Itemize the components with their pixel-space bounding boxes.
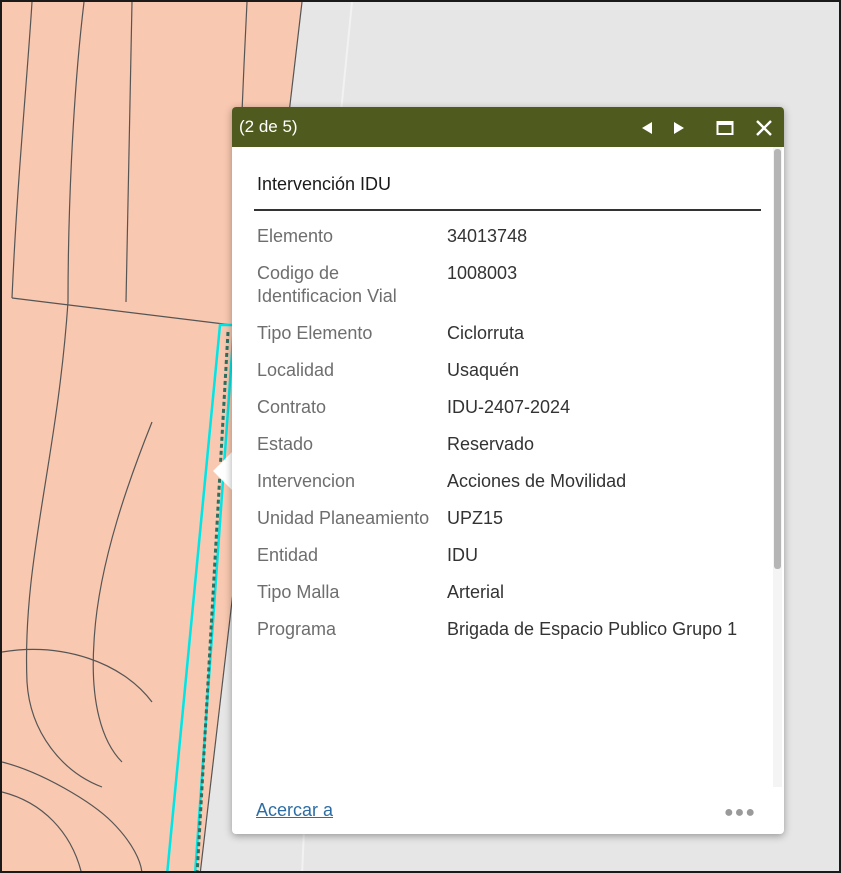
popup-pointer <box>213 451 233 491</box>
attribute-value: Ciclorruta <box>447 323 525 343</box>
attribute-row: Intervencion Acciones de Movilidad <box>257 470 767 507</box>
attribute-value: Usaquén <box>447 360 520 380</box>
zoom-to-link[interactable]: Acercar a <box>256 800 333 821</box>
attribute-value: Brigada de Espacio Publico Grupo 1 <box>447 619 738 639</box>
popup-feature-counter: (2 de 5) <box>239 117 298 136</box>
attribute-row: Unidad Planeamiento UPZ15 <box>257 507 767 544</box>
attribute-value: IDU-2407-2024 <box>447 397 571 417</box>
attribute-label: Entidad <box>257 545 319 565</box>
attribute-value: 34013748 <box>447 226 528 246</box>
attribute-label: Codigo de Identificacion Vial <box>257 263 397 306</box>
attribute-row: Estado Reservado <box>257 433 767 470</box>
more-ellipsis-icon[interactable]: ●●● <box>724 804 756 822</box>
attribute-row: Programa Brigada de Espacio Publico Grup… <box>257 618 767 655</box>
attribute-value: IDU <box>447 545 478 565</box>
attribute-row: Tipo Malla Arterial <box>257 581 767 618</box>
attribute-value: Reservado <box>447 434 535 454</box>
title-divider <box>254 209 761 211</box>
attribute-row: Codigo de Identificacion Vial 1008003 <box>257 262 767 322</box>
popup-title: Intervención IDU <box>257 174 392 194</box>
attribute-label: Programa <box>257 619 337 639</box>
attribute-row: Localidad Usaquén <box>257 359 767 396</box>
attribute-value: Acciones de Movilidad <box>447 471 627 491</box>
attribute-label: Intervencion <box>257 471 356 491</box>
attribute-label: Unidad Planeamiento <box>257 508 430 528</box>
attribute-value: UPZ15 <box>447 508 504 528</box>
attribute-label: Tipo Malla <box>257 582 340 602</box>
popup-scrollbar[interactable] <box>773 147 782 787</box>
maximize-icon[interactable] <box>716 120 734 141</box>
attribute-row: Contrato IDU-2407-2024 <box>257 396 767 433</box>
popup-header: (2 de 5) <box>232 107 784 147</box>
attribute-value: Arterial <box>447 582 505 602</box>
attribute-label: Localidad <box>257 360 335 380</box>
next-arrow-icon[interactable] <box>672 121 686 140</box>
attribute-value: 1008003 <box>447 263 518 283</box>
attribute-row: Entidad IDU <box>257 544 767 581</box>
close-icon[interactable] <box>754 118 774 143</box>
attribute-label: Tipo Elemento <box>257 323 373 343</box>
attribute-row: Tipo Elemento Ciclorruta <box>257 322 767 359</box>
attribute-table: Elemento 34013748 Codigo de Identificaci… <box>257 225 767 655</box>
popup-window: (2 de 5) Intervención IDU Elemento 34013… <box>232 107 784 834</box>
attribute-label: Contrato <box>257 397 327 417</box>
scrollbar-thumb[interactable] <box>774 149 781 569</box>
popup-footer: Acercar a ●●● <box>232 790 784 834</box>
prev-arrow-icon[interactable] <box>640 121 654 140</box>
popup-content[interactable]: Intervención IDU Elemento 34013748 Codig… <box>232 147 784 787</box>
attribute-label: Elemento <box>257 226 334 246</box>
attribute-label: Estado <box>257 434 314 454</box>
attribute-row: Elemento 34013748 <box>257 225 767 262</box>
